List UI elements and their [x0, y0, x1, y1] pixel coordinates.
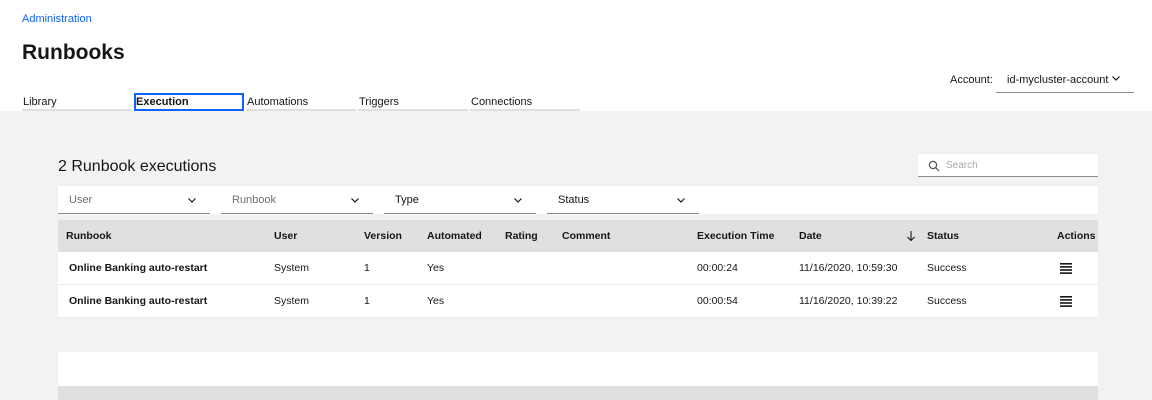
filter-type[interactable]: Type	[384, 186, 536, 214]
search-input[interactable]	[946, 154, 1094, 176]
account-label: Account:	[950, 74, 993, 86]
cell-status: Success	[927, 295, 967, 307]
filter-bar: User Runbook Type Status	[58, 186, 1098, 214]
filter-user-label: User	[69, 194, 93, 206]
column-header-date[interactable]: Date	[799, 220, 822, 252]
column-header-runbook[interactable]: Runbook	[66, 220, 112, 252]
tab-connections[interactable]: Connections	[470, 93, 580, 111]
column-header-actions: Actions	[1057, 230, 1096, 242]
page-title: Runbooks	[22, 41, 125, 64]
menu-icon[interactable]	[1060, 285, 1072, 317]
tab-execution[interactable]: Execution	[134, 93, 244, 111]
cell-execution-time: 00:00:24	[697, 262, 738, 274]
executions-table: Runbook User Version Automated Rating Co…	[58, 220, 1098, 318]
chevron-down-icon	[349, 194, 361, 209]
cell-automated: Yes	[427, 262, 445, 274]
executions-panel: 2 Runbook executions User Runbook Type S…	[0, 111, 1152, 400]
cell-status: Success	[927, 262, 967, 274]
arrow-down-icon[interactable]	[906, 220, 916, 252]
chevron-down-icon	[186, 194, 198, 209]
filter-status-label: Status	[558, 194, 590, 206]
filter-status[interactable]: Status	[547, 186, 699, 214]
search-box	[918, 154, 1098, 177]
cell-runbook: Online Banking auto-restart	[69, 295, 208, 307]
account-value: id-mycluster-account	[1007, 74, 1109, 86]
chevron-down-icon	[675, 194, 687, 209]
account-dropdown[interactable]: id-mycluster-account	[996, 68, 1134, 93]
column-header-version[interactable]: Version	[364, 220, 402, 252]
page-header: Administration Runbooks Library Executio…	[0, 0, 1152, 111]
cell-user: System	[274, 295, 310, 307]
tab-library[interactable]: Library	[22, 93, 132, 111]
filter-user[interactable]: User	[58, 186, 210, 214]
cell-date: 11/16/2020, 10:39:22	[799, 295, 898, 307]
table-row[interactable]: Online Banking auto-restart System 1 Yes…	[58, 285, 1098, 318]
table-header: Runbook User Version Automated Rating Co…	[58, 220, 1098, 252]
cell-runbook: Online Banking auto-restart	[69, 262, 208, 274]
cell-execution-time: 00:00:54	[697, 295, 738, 307]
cell-automated: Yes	[427, 295, 445, 307]
column-header-user[interactable]: User	[274, 220, 297, 252]
filter-type-label: Type	[395, 194, 419, 206]
table-row[interactable]: Online Banking auto-restart System 1 Yes…	[58, 252, 1098, 285]
column-header-rating[interactable]: Rating	[505, 220, 538, 252]
cell-user: System	[274, 262, 310, 274]
table-footer-bar	[58, 386, 1098, 400]
filter-runbook-label: Runbook	[232, 194, 277, 206]
breadcrumb-administration[interactable]: Administration	[22, 13, 92, 25]
chevron-down-icon	[1110, 72, 1122, 87]
tab-automations[interactable]: Automations	[246, 93, 356, 111]
filter-runbook[interactable]: Runbook	[221, 186, 373, 214]
cell-version: 1	[364, 262, 370, 274]
column-header-automated[interactable]: Automated	[427, 220, 482, 252]
empty-panel	[58, 352, 1098, 386]
executions-title: 2 Runbook executions	[58, 158, 217, 175]
column-header-comment[interactable]: Comment	[562, 220, 610, 252]
cell-version: 1	[364, 295, 370, 307]
column-header-execution-time[interactable]: Execution Time	[697, 220, 774, 252]
tab-triggers[interactable]: Triggers	[358, 93, 468, 111]
search-icon	[928, 159, 940, 177]
column-header-status[interactable]: Status	[927, 220, 959, 252]
cell-date: 11/16/2020, 10:59:30	[799, 262, 898, 274]
menu-icon[interactable]	[1060, 252, 1072, 284]
chevron-down-icon	[512, 194, 524, 209]
